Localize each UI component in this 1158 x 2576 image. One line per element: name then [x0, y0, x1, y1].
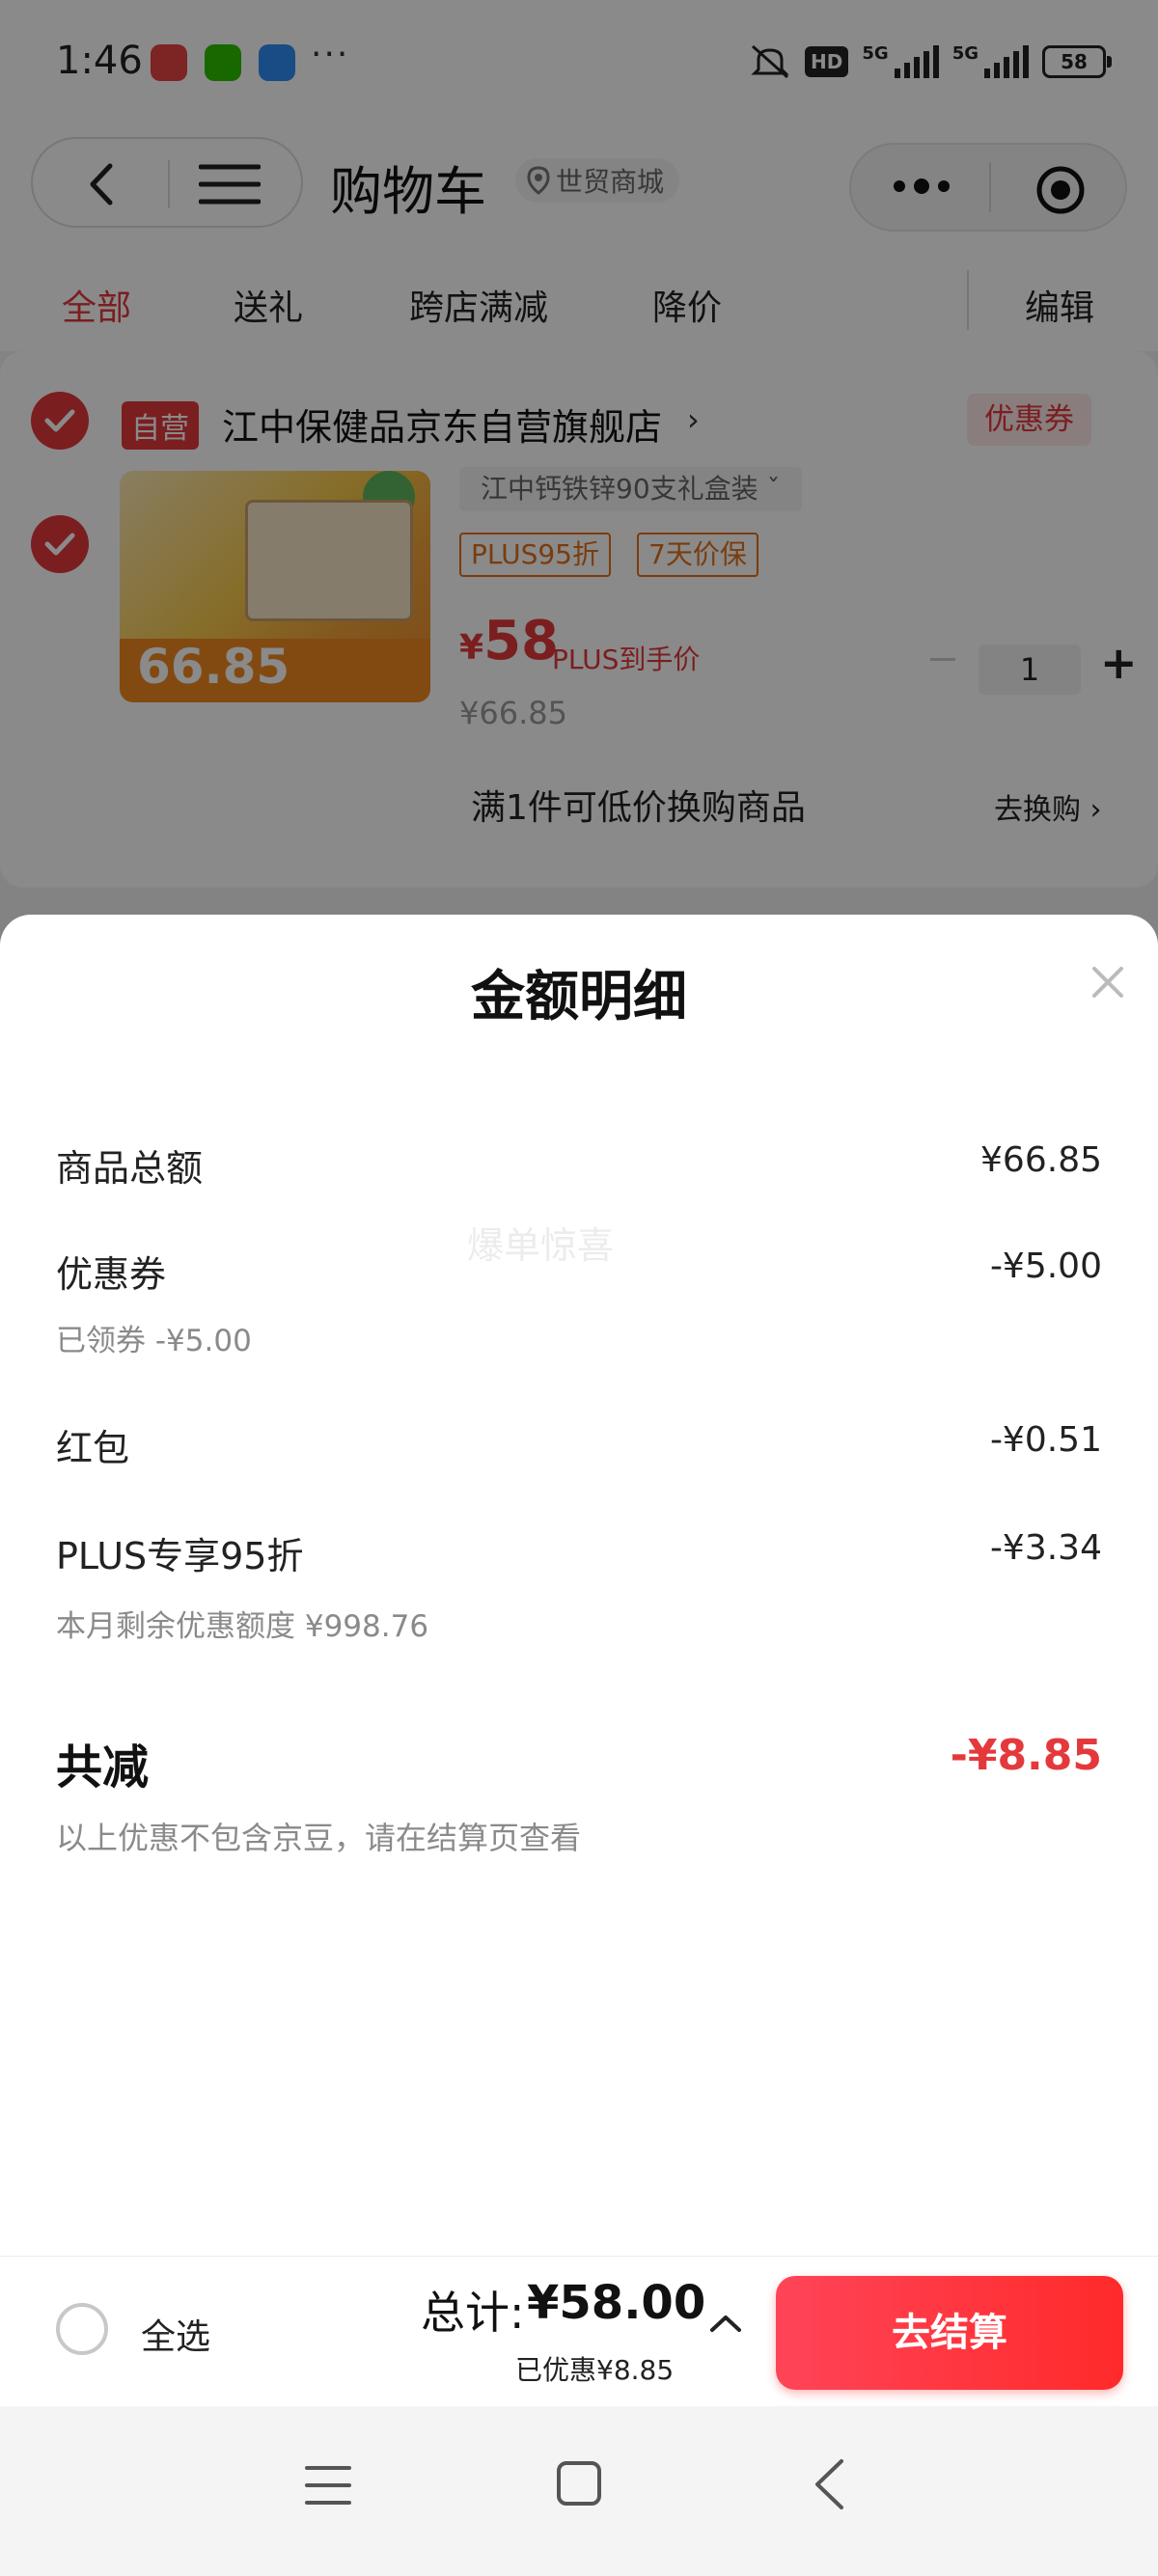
total-reduction-value: -¥8.85 — [950, 1731, 1102, 1780]
sheet-title: 金额明细 — [471, 966, 687, 1028]
plus-discount-value: -¥3.34 — [989, 1528, 1102, 1568]
coupon-label: 优惠券 — [56, 1253, 167, 1296]
chevron-up-icon[interactable] — [708, 2313, 743, 2334]
sum-label: 总计: — [421, 2287, 525, 2339]
select-all-label[interactable]: 全选 — [141, 2309, 210, 2359]
goods-total-value: ¥66.85 — [980, 1140, 1102, 1180]
plus-remaining-quota: 本月剩余优惠额度 ¥998.76 — [56, 1609, 429, 1644]
close-icon[interactable] — [1089, 963, 1127, 1001]
select-all-checkbox[interactable] — [56, 2303, 108, 2355]
system-navigation-bar — [0, 2406, 1158, 2576]
watermark-text: 爆单惊喜 — [467, 1224, 615, 1267]
checkout-bar: 全选 总计: ¥58.00 已优惠¥8.85 去结算 — [0, 2256, 1158, 2407]
checkout-button[interactable]: 去结算 — [776, 2276, 1123, 2390]
amount-detail-sheet: 金额明细 爆单惊喜 商品总额 ¥66.85 优惠券 -¥5.00 已领券 -¥5… — [0, 915, 1158, 2256]
total-reduction-label: 共减 — [56, 1740, 150, 1795]
recent-apps-icon[interactable] — [305, 2464, 351, 2507]
system-back-icon[interactable] — [813, 2458, 845, 2510]
plus-discount-label: PLUS专享95折 — [56, 1535, 304, 1577]
goods-total-label: 商品总额 — [56, 1147, 204, 1190]
coupon-note: 已领券 -¥5.00 — [56, 1324, 252, 1358]
total-reduction-note: 以上优惠不包含京豆，请在结算页查看 — [56, 1820, 582, 1856]
home-icon[interactable] — [556, 2460, 602, 2507]
discount-summary: 已优惠¥8.85 — [515, 2354, 675, 2386]
red-packet-value: -¥0.51 — [989, 1420, 1102, 1460]
red-packet-label: 红包 — [56, 1427, 130, 1469]
sum-value: ¥58.00 — [527, 2276, 706, 2330]
coupon-value: -¥5.00 — [989, 1247, 1102, 1286]
